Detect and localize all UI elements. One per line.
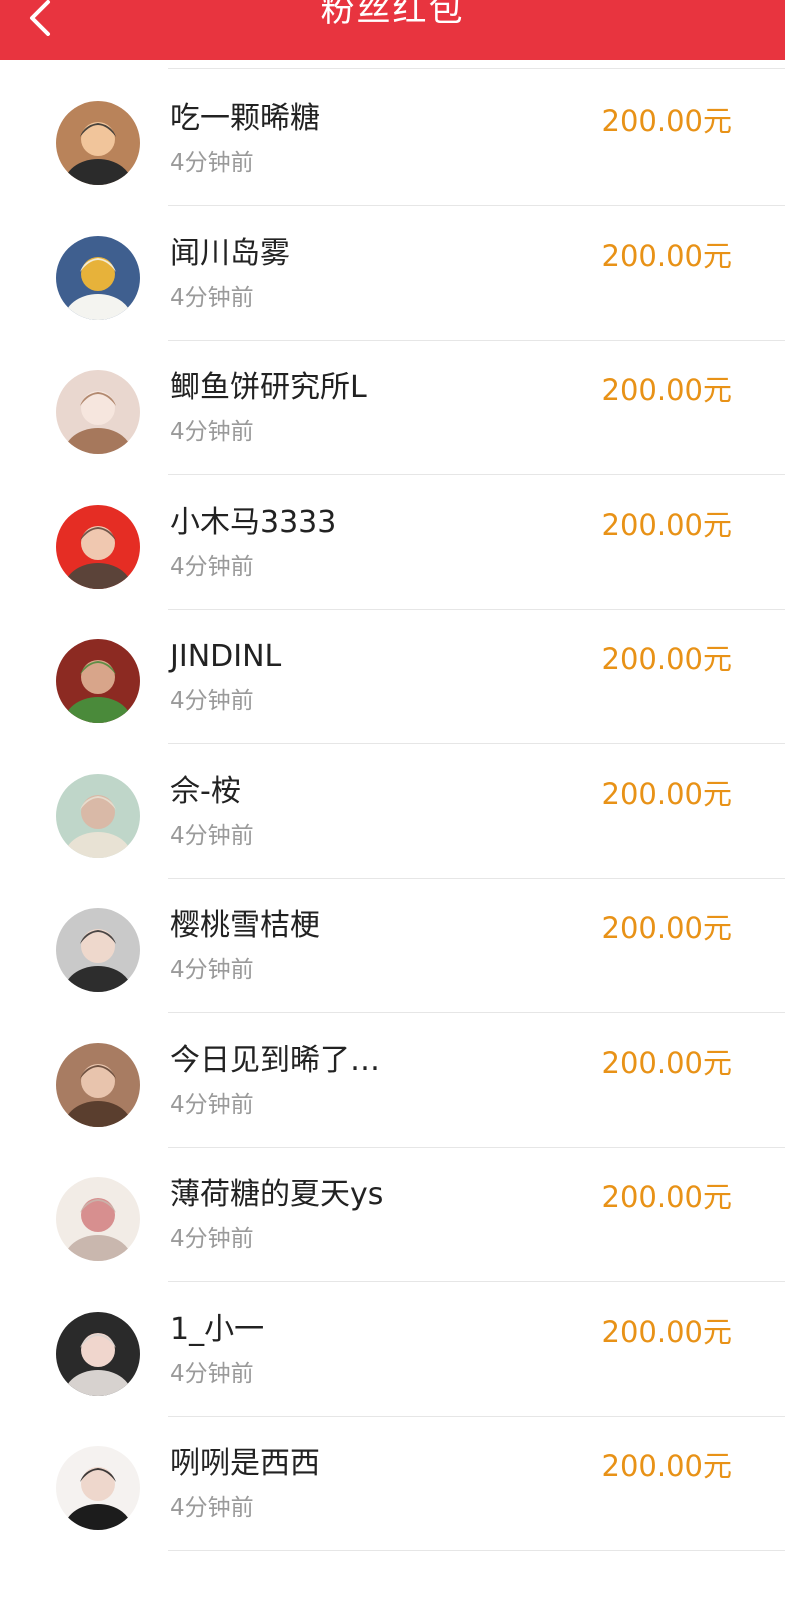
list-item[interactable]: 佘-桉 4分钟前 200.00元 xyxy=(0,741,785,879)
amount-label: 200.00元 xyxy=(601,104,732,138)
avatar[interactable] xyxy=(56,773,140,858)
amount-label: 200.00元 xyxy=(601,1045,732,1080)
avatar[interactable] xyxy=(56,1311,140,1396)
timestamp: 4分钟前 xyxy=(170,688,254,714)
user-name: 今日见到晞了… xyxy=(170,1042,380,1078)
timestamp: 4分钟前 xyxy=(170,419,254,445)
list-item[interactable]: 今日见到晞了… 4分钟前 200.00元 xyxy=(0,1010,785,1148)
list-item[interactable]: 薄荷糖的夏天ys 4分钟前 200.00元 xyxy=(0,1144,785,1282)
amount-label: 200.00元 xyxy=(601,911,732,945)
amount-label: 200.00元 xyxy=(601,373,732,407)
amount-label: 200.00元 xyxy=(601,238,732,273)
timestamp: 4分钟前 xyxy=(170,553,254,580)
user-name: 樱桃雪桔梗 xyxy=(170,908,320,943)
user-name: 1_小一 xyxy=(170,1311,265,1347)
user-name: 薄荷糖的夏天ys xyxy=(170,1177,384,1212)
avatar[interactable] xyxy=(56,101,140,185)
user-name: 小木马3333 xyxy=(170,504,337,540)
timestamp: 4分钟前 xyxy=(170,1226,254,1252)
row-divider xyxy=(168,1550,785,1551)
timestamp: 4分钟前 xyxy=(170,284,254,311)
avatar[interactable] xyxy=(56,370,140,454)
header-bar: 粉丝红包 xyxy=(0,0,785,60)
amount-label: 200.00元 xyxy=(601,776,732,811)
list-item[interactable]: 鲫鱼饼研究所L 4分钟前 200.00元 xyxy=(0,337,785,475)
list-item[interactable]: 小木马3333 4分钟前 200.00元 xyxy=(0,472,785,610)
amount-label: 200.00元 xyxy=(601,507,732,542)
avatar[interactable] xyxy=(56,1177,140,1261)
timestamp: 4分钟前 xyxy=(170,1091,254,1118)
list-item[interactable]: 闻川岛雾 4分钟前 200.00元 xyxy=(0,203,785,341)
user-name: 咧咧是西西 xyxy=(170,1446,320,1481)
timestamp: 4分钟前 xyxy=(170,822,254,849)
timestamp: 4分钟前 xyxy=(170,957,254,983)
user-name: 闻川岛雾 xyxy=(170,235,290,271)
list-item[interactable]: 1_小一 4分钟前 200.00元 xyxy=(0,1279,785,1417)
list-item[interactable]: 咧咧是西西 4分钟前 200.00元 xyxy=(0,1413,785,1551)
list-item[interactable]: JINDINL 4分钟前 200.00元 xyxy=(0,606,785,744)
avatar[interactable] xyxy=(56,639,140,723)
timestamp: 4分钟前 xyxy=(170,1360,254,1387)
avatar[interactable] xyxy=(56,504,140,589)
user-name: 吃一颗晞糖 xyxy=(170,101,320,136)
amount-label: 200.00元 xyxy=(601,642,732,676)
timestamp: 4分钟前 xyxy=(170,150,254,176)
avatar[interactable] xyxy=(56,235,140,320)
amount-label: 200.00元 xyxy=(601,1180,732,1214)
amount-label: 200.00元 xyxy=(601,1449,732,1483)
amount-label: 200.00元 xyxy=(601,1314,732,1349)
user-name: 鲫鱼饼研究所L xyxy=(170,370,367,405)
user-name: JINDINL xyxy=(170,639,282,674)
user-name: 佘-桉 xyxy=(170,773,241,809)
list-item[interactable]: 樱桃雪桔梗 4分钟前 200.00元 xyxy=(0,875,785,1013)
avatar[interactable] xyxy=(56,908,140,992)
avatar[interactable] xyxy=(56,1446,140,1530)
page-title: 粉丝红包 xyxy=(320,0,465,30)
avatar[interactable] xyxy=(56,1042,140,1127)
timestamp: 4分钟前 xyxy=(170,1495,254,1521)
list-item[interactable]: 吃一颗晞糖 4分钟前 200.00元 xyxy=(0,68,785,206)
